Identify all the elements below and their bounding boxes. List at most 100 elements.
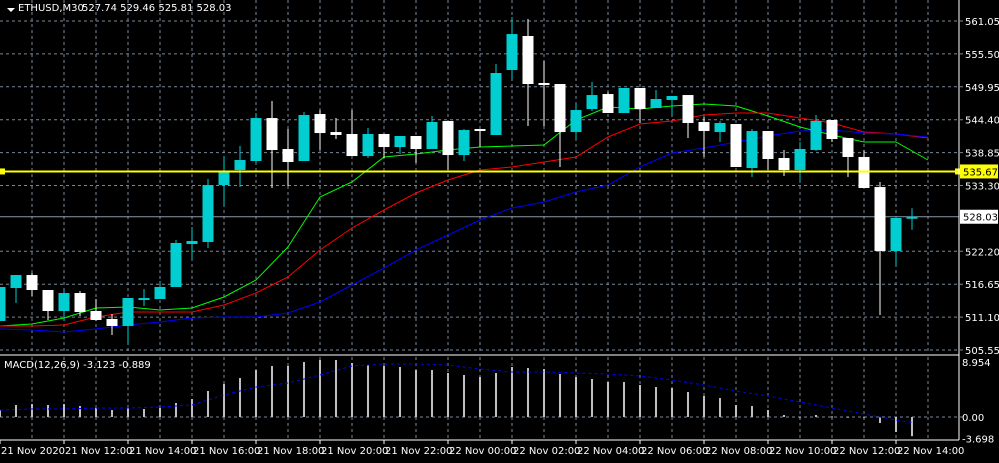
macd-histogram-bar bbox=[287, 366, 289, 417]
bull-candle bbox=[906, 208, 918, 230]
bull-candle bbox=[506, 17, 518, 81]
macd-histogram-bar bbox=[303, 362, 305, 417]
candle-body bbox=[122, 298, 134, 326]
time-tick-label: 21 Nov 16:00 bbox=[193, 446, 260, 457]
macd-histogram-bar bbox=[511, 367, 513, 417]
macd-histogram-bar bbox=[175, 402, 177, 417]
time-tick-label: 21 Nov 20:00 bbox=[321, 446, 388, 457]
candle-body bbox=[714, 123, 726, 133]
candle-body bbox=[890, 217, 902, 252]
macd-histogram-bar bbox=[367, 364, 369, 417]
bear-candle bbox=[874, 182, 886, 316]
bear-candle bbox=[378, 133, 390, 158]
time-tick-label: 22 Nov 10:00 bbox=[769, 446, 836, 457]
candle-body bbox=[842, 138, 854, 157]
macd-histogram-bar bbox=[735, 405, 737, 417]
time-tick-label: 21 Nov 2020 bbox=[1, 446, 65, 457]
candle-body bbox=[490, 72, 502, 135]
macd-histogram-bar bbox=[719, 398, 721, 417]
bear-candle bbox=[42, 290, 54, 321]
candle-body bbox=[858, 156, 870, 188]
macd-histogram-bar bbox=[895, 417, 897, 432]
candle-body bbox=[602, 94, 614, 114]
bear-candle bbox=[698, 117, 710, 157]
macd-histogram-bar bbox=[879, 417, 881, 424]
candle-body bbox=[442, 121, 454, 156]
bull-candle bbox=[298, 111, 310, 162]
bear-candle bbox=[26, 272, 38, 296]
macd-histogram-bar bbox=[911, 417, 913, 437]
macd-histogram-bar bbox=[95, 407, 97, 417]
macd-histogram-bar bbox=[143, 409, 145, 417]
collapse-triangle-icon[interactable] bbox=[7, 8, 15, 12]
candle-body bbox=[58, 293, 70, 311]
candle-body bbox=[554, 84, 566, 133]
macd-histogram-bar bbox=[351, 363, 353, 417]
bull-candle bbox=[58, 289, 70, 322]
macd-histogram-bar bbox=[335, 359, 337, 417]
bull-candle bbox=[362, 127, 374, 158]
macd-histogram-bar bbox=[463, 374, 465, 417]
candle-body bbox=[138, 298, 150, 301]
candle-body bbox=[170, 243, 182, 287]
macd-histogram-bar bbox=[159, 407, 161, 417]
candle-body bbox=[410, 136, 422, 149]
time-tick-label: 21 Nov 22:00 bbox=[385, 446, 452, 457]
macd-tick-label: 8.954 bbox=[962, 358, 991, 369]
bull-candle bbox=[890, 217, 902, 267]
time-tick-label: 22 Nov 08:00 bbox=[705, 446, 772, 457]
bull-candle bbox=[746, 129, 758, 178]
candle-body bbox=[26, 275, 38, 291]
bear-candle bbox=[538, 61, 550, 126]
candle-body bbox=[154, 286, 166, 300]
macd-histogram-bar bbox=[751, 406, 753, 417]
candle-body bbox=[234, 160, 246, 171]
bull-candle bbox=[218, 156, 230, 207]
candle-body bbox=[474, 129, 486, 132]
candle-body bbox=[90, 310, 102, 321]
bear-candle bbox=[90, 299, 102, 322]
candle-body bbox=[810, 121, 822, 150]
candle-body bbox=[250, 118, 262, 162]
bear-candle bbox=[762, 131, 774, 171]
candle-body bbox=[458, 130, 470, 156]
bull-candle bbox=[794, 141, 806, 183]
bear-candle bbox=[682, 95, 694, 139]
ohlc-readout: 527.74 529.46 525.81 528.03 bbox=[82, 3, 232, 14]
macd-tick-label: -3.698 bbox=[962, 435, 994, 446]
price-tick-label: 538.85 bbox=[965, 149, 999, 160]
candle-body bbox=[730, 124, 742, 168]
time-tick-label: 21 Nov 14:00 bbox=[129, 446, 196, 457]
macd-histogram-bar bbox=[415, 370, 417, 417]
macd-histogram-bar bbox=[639, 384, 641, 417]
candle-body bbox=[778, 157, 790, 171]
candle-body bbox=[522, 35, 534, 85]
price-chart[interactable]: 561.05 555.50 549.95 544.40 538.85 533.30 522.… bbox=[0, 0, 999, 463]
macd-histogram-bar bbox=[687, 392, 689, 417]
candle-body bbox=[538, 83, 550, 86]
macd-histogram-bar bbox=[15, 405, 17, 417]
candle-body bbox=[666, 95, 678, 101]
time-tick-label: 22 Nov 00:00 bbox=[449, 446, 516, 457]
bear-candle bbox=[858, 149, 870, 188]
price-tick-label: 516.65 bbox=[965, 280, 999, 291]
macd-histogram-bar bbox=[863, 416, 865, 418]
macd-histogram-bar bbox=[207, 391, 209, 417]
bear-candle bbox=[826, 119, 838, 142]
bear-candle bbox=[410, 136, 422, 164]
macd-histogram-bar bbox=[239, 377, 241, 417]
price-tick-label: 511.10 bbox=[965, 313, 999, 324]
candle-body bbox=[426, 122, 438, 149]
bull-candle bbox=[250, 113, 262, 164]
macd-histogram-bar bbox=[191, 399, 193, 417]
macd-signal-line bbox=[0, 363, 913, 423]
macd-histogram-bar bbox=[479, 377, 481, 417]
macd-histogram-bar bbox=[591, 378, 593, 417]
macd-histogram-bar bbox=[783, 414, 785, 417]
bear-candle bbox=[522, 19, 534, 126]
bear-candle bbox=[474, 129, 486, 148]
bull-candle bbox=[618, 87, 630, 114]
current-price-label: 528.03 bbox=[963, 213, 998, 224]
macd-histogram-bar bbox=[127, 407, 129, 417]
bear-candle bbox=[730, 124, 742, 168]
